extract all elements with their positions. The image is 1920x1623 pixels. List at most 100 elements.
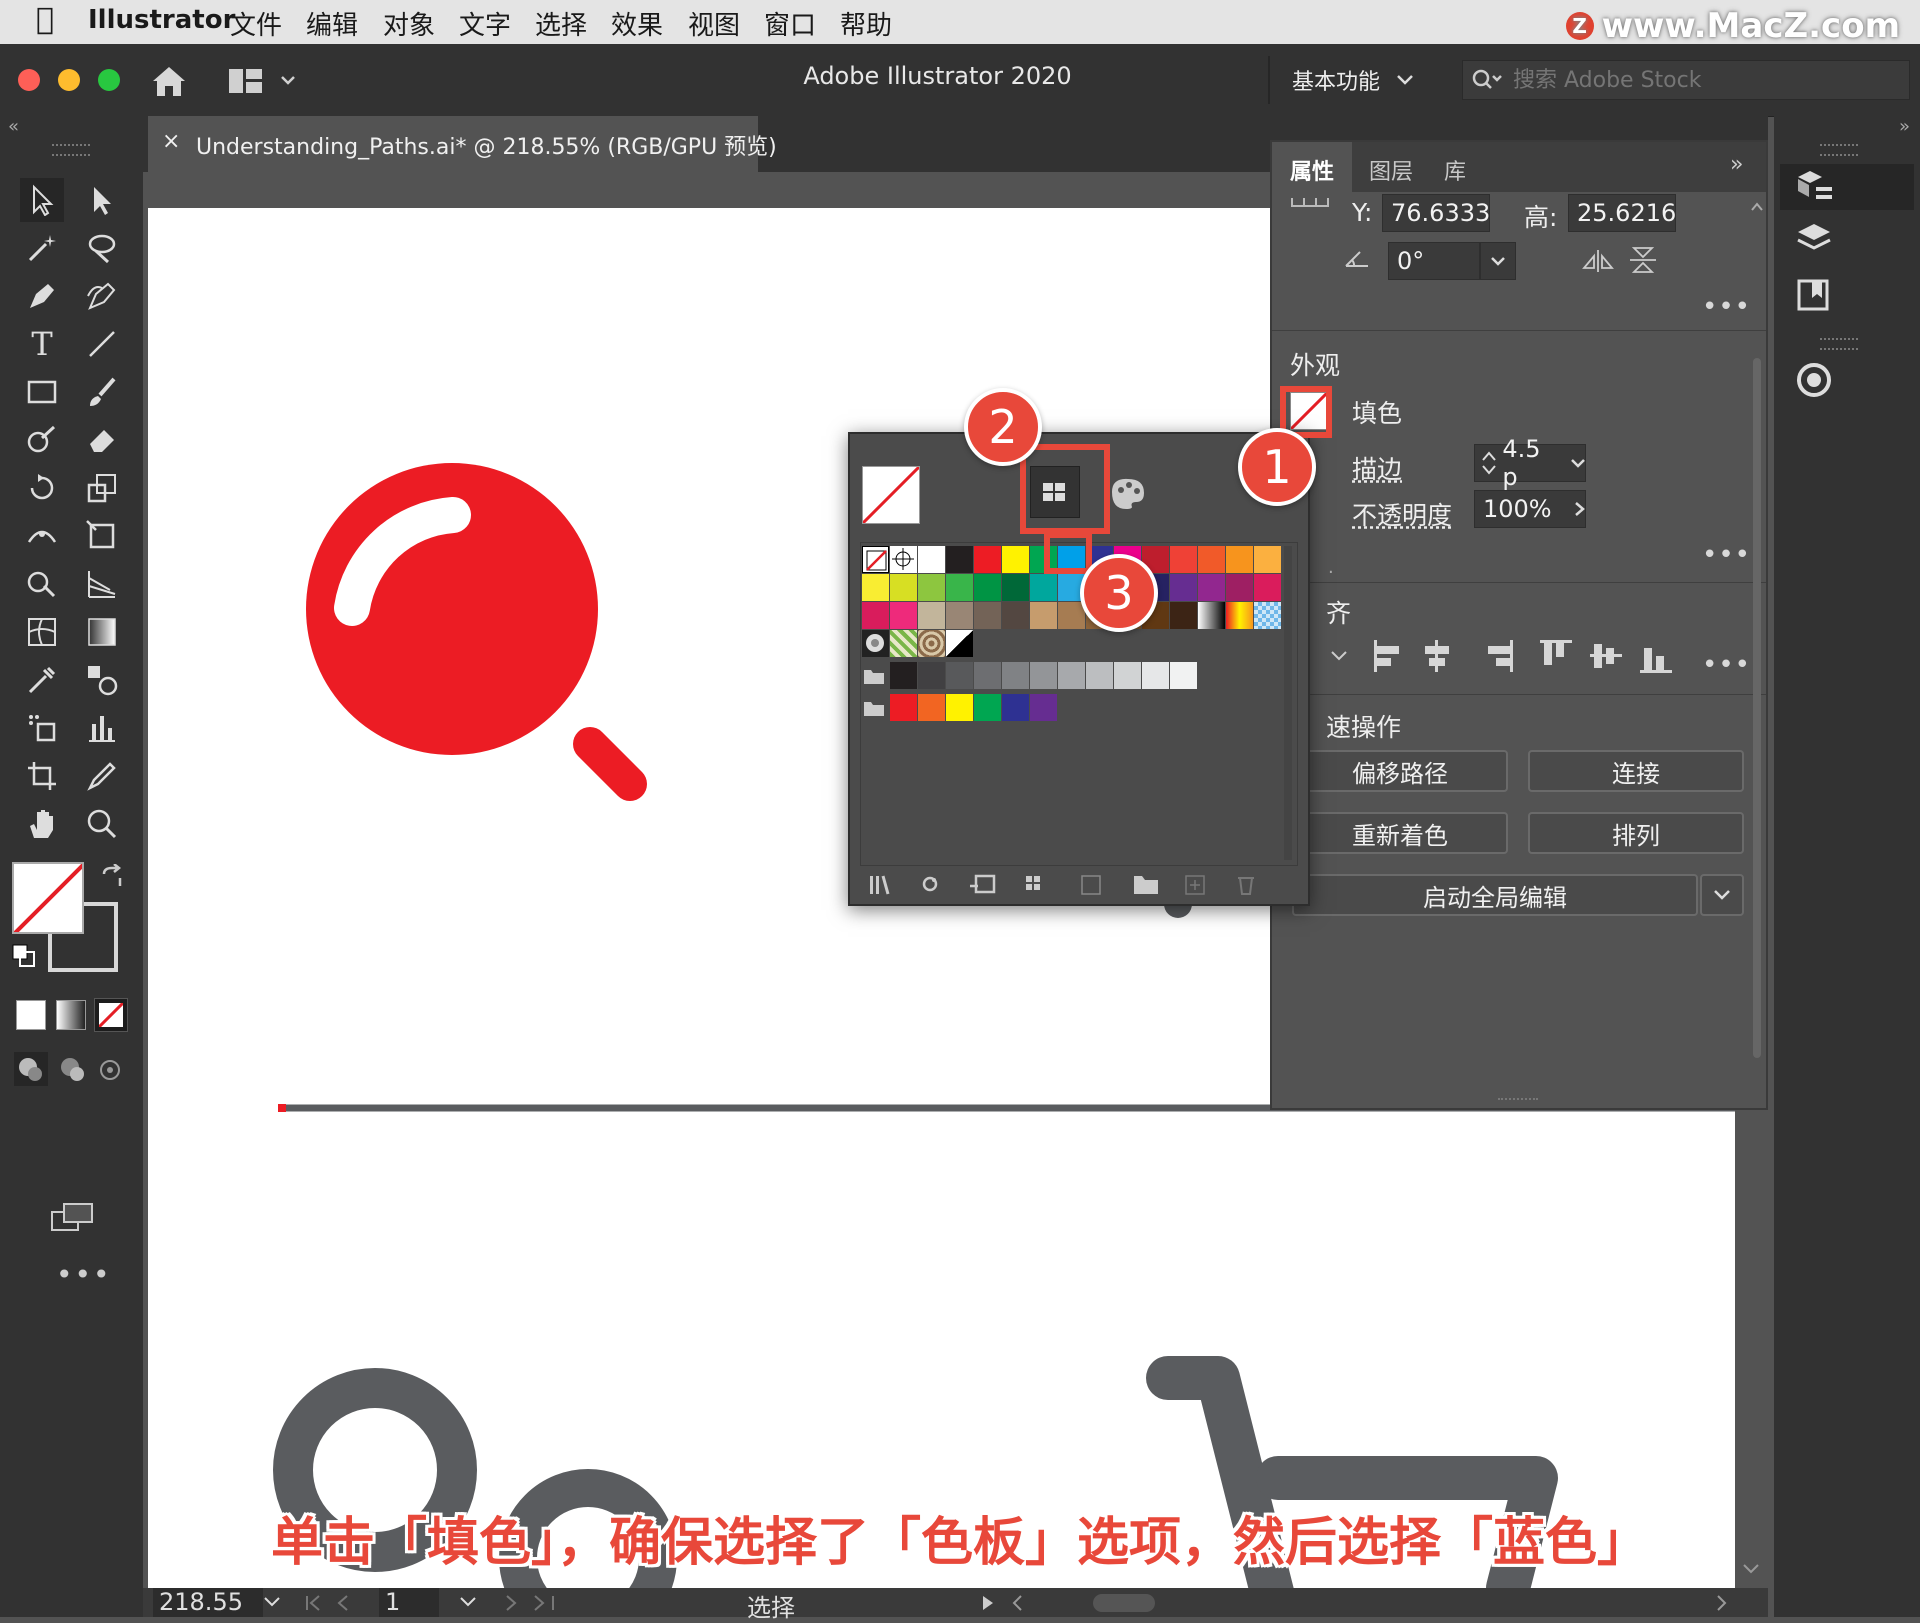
swatch[interactable]	[974, 694, 1001, 721]
shape-builder-tool-icon[interactable]	[20, 562, 64, 606]
swatch-black[interactable]	[946, 546, 973, 573]
dock-grip-2-icon[interactable]	[1820, 338, 1858, 350]
next-last-artboard-icon[interactable]	[499, 1594, 559, 1612]
menu-edit[interactable]: 编辑	[306, 5, 358, 42]
swatch[interactable]	[1002, 574, 1029, 601]
height-field[interactable]: 25.6216	[1568, 194, 1676, 232]
folder-icon[interactable]	[862, 666, 886, 686]
rotate-tool-icon[interactable]	[20, 466, 64, 510]
pen-tool-icon[interactable]	[20, 274, 64, 318]
grip-icon[interactable]	[52, 144, 90, 156]
stroke-weight-field[interactable]: 4.5 p	[1474, 435, 1586, 491]
swatch[interactable]	[1170, 662, 1197, 689]
swatch[interactable]	[918, 602, 945, 629]
panel-resize-grip[interactable]	[1498, 1098, 1538, 1106]
collapse-panel-icon[interactable]: «	[8, 116, 19, 137]
minimize-window-button[interactable]	[58, 69, 80, 91]
swatch[interactable]	[1030, 694, 1057, 721]
swatch[interactable]	[918, 694, 945, 721]
zoom-window-button[interactable]	[98, 69, 120, 91]
swatch[interactable]	[1058, 602, 1085, 629]
stepper-icon[interactable]	[1479, 448, 1498, 478]
dock-grip-icon[interactable]	[1820, 144, 1858, 156]
hand-tool-icon[interactable]	[20, 802, 64, 846]
search-input[interactable]	[1511, 66, 1905, 94]
menu-window[interactable]: 窗口	[764, 5, 816, 42]
expand-panels-icon[interactable]: »	[1899, 116, 1910, 137]
swatch-red[interactable]	[974, 546, 1001, 573]
swatch[interactable]	[890, 694, 917, 721]
panel-menu-icon[interactable]: »	[1730, 152, 1743, 177]
shaper-tool-icon[interactable]	[20, 418, 64, 462]
swatch-red-orange[interactable]	[1170, 546, 1197, 573]
zoom-tool-icon[interactable]	[80, 802, 124, 846]
swatch[interactable]	[918, 574, 945, 601]
folder-icon[interactable]	[862, 698, 886, 718]
swatch[interactable]	[1030, 602, 1057, 629]
gradient-tool-icon[interactable]	[80, 610, 124, 654]
workspace-layout-icon[interactable]	[228, 68, 298, 94]
screen-mode-icon[interactable]	[50, 1202, 94, 1236]
fill-label[interactable]: 填色	[1352, 394, 1402, 430]
lasso-tool-icon[interactable]	[80, 226, 124, 270]
swatch[interactable]	[1002, 662, 1029, 689]
home-icon[interactable]	[150, 64, 188, 98]
swatch-pattern-foliage[interactable]	[890, 630, 917, 657]
gradient-mode-button[interactable]	[56, 1000, 86, 1030]
align-more-options-icon[interactable]: •••	[1702, 650, 1751, 680]
column-graph-tool-icon[interactable]	[80, 706, 124, 750]
swatch[interactable]	[1002, 694, 1029, 721]
properties-dock-button[interactable]	[1780, 164, 1914, 210]
zoom-level-field[interactable]: 218.55	[153, 1588, 263, 1617]
y-field[interactable]: 76.6333	[1382, 194, 1490, 232]
chevron-down-icon[interactable]	[263, 1596, 281, 1608]
opacity-label[interactable]: 不透明度	[1352, 496, 1452, 532]
swatch-light-orange[interactable]	[1226, 546, 1253, 573]
menu-select[interactable]: 选择	[535, 5, 587, 42]
swatch[interactable]	[946, 662, 973, 689]
width-tool-icon[interactable]	[20, 514, 64, 558]
rotate-angle-field[interactable]: 0°	[1388, 242, 1480, 280]
workspace-switcher[interactable]: 基本功能	[1292, 64, 1414, 96]
swatch-yellow[interactable]	[1002, 546, 1029, 573]
color-mixer-icon[interactable]	[1108, 476, 1148, 510]
swatch[interactable]	[1254, 574, 1281, 601]
tab-libraries[interactable]: 库	[1444, 154, 1466, 186]
arrange-button[interactable]: 排列	[1528, 812, 1744, 854]
magic-wand-tool-icon[interactable]	[20, 226, 64, 270]
menu-type[interactable]: 文字	[459, 5, 511, 42]
artboard-tool-icon[interactable]	[20, 754, 64, 798]
blend-tool-icon[interactable]	[80, 658, 124, 702]
eraser-tool-icon[interactable]	[80, 418, 124, 462]
start-global-edit-button[interactable]: 启动全局编辑	[1292, 874, 1698, 916]
search-stock-field[interactable]	[1462, 60, 1910, 100]
horizontal-scroll-thumb[interactable]	[1093, 1594, 1155, 1612]
menu-help[interactable]: 帮助	[840, 5, 892, 42]
scroll-down-icon[interactable]	[1742, 1560, 1760, 1578]
swatch-gradient-bw[interactable]	[1198, 602, 1225, 629]
swatch[interactable]	[890, 662, 917, 689]
swatch[interactable]	[862, 574, 889, 601]
line-tool-icon[interactable]	[80, 322, 124, 366]
flip-horizontal-icon[interactable]	[1582, 248, 1616, 274]
eyedropper-tool-icon[interactable]	[20, 658, 64, 702]
stroke-label[interactable]: 描边	[1352, 450, 1402, 486]
swap-fill-stroke-icon[interactable]	[100, 863, 124, 892]
slice-tool-icon[interactable]	[80, 754, 124, 798]
none-mode-button[interactable]	[94, 998, 128, 1032]
swatch[interactable]	[946, 602, 973, 629]
swatch[interactable]	[1114, 662, 1141, 689]
scale-tool-icon[interactable]	[80, 466, 124, 510]
swatch[interactable]	[1002, 602, 1029, 629]
properties-scrollbar[interactable]	[1750, 198, 1764, 1098]
swatch-pattern-swirl[interactable]	[918, 630, 945, 657]
angle-dropdown-button[interactable]	[1480, 242, 1516, 280]
direct-selection-tool-icon[interactable]	[80, 178, 124, 222]
swatch[interactable]	[1170, 602, 1197, 629]
swatch[interactable]	[890, 602, 917, 629]
color-mode-button[interactable]	[16, 1000, 46, 1030]
recolor-button[interactable]: 重新着色	[1292, 812, 1508, 854]
swatch-registration[interactable]	[890, 546, 917, 573]
fx-icon[interactable]: ·	[1328, 562, 1334, 583]
close-tab-icon[interactable]: ×	[162, 129, 180, 154]
